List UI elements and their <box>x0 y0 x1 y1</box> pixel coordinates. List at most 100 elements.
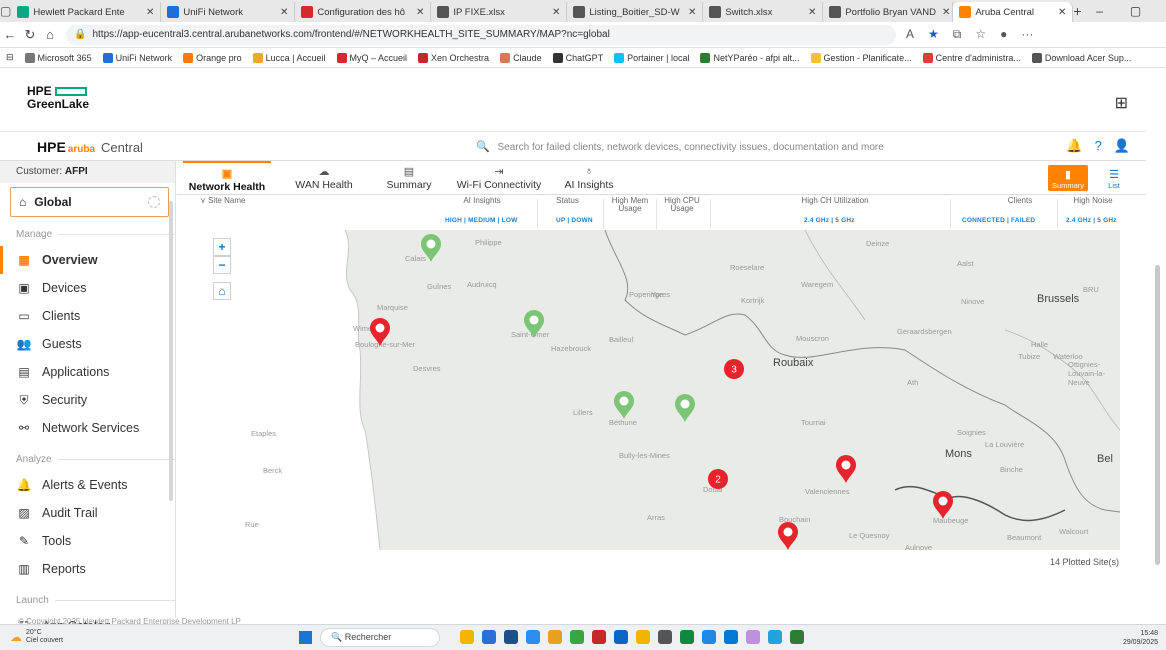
bookmark-item[interactable]: Xen Orchestra <box>418 52 489 63</box>
favorites-icon[interactable]: ☆ <box>975 27 986 42</box>
taskbar-app-icon[interactable] <box>768 630 782 644</box>
ai-insights-filter[interactable]: HIGH | MEDIUM | LOW <box>445 217 517 224</box>
new-tab-button[interactable]: + <box>1073 3 1081 19</box>
sidebar-item-security[interactable]: ⛨ Security <box>0 386 175 414</box>
site-pin-up-icon[interactable] <box>524 310 544 338</box>
tab-summary[interactable]: ▤ Summary <box>373 161 445 195</box>
site-pin-down-icon[interactable] <box>836 454 856 483</box>
taskbar-app-icon[interactable] <box>680 630 694 644</box>
close-tab-icon[interactable]: ✕ <box>546 7 560 18</box>
customer-selector[interactable]: Customer: AFPI <box>0 161 175 183</box>
taskbar-app-icon[interactable] <box>614 630 628 644</box>
col-high-noise[interactable]: High Noise <box>1060 197 1126 205</box>
zoom-out-button[interactable]: − <box>213 256 231 274</box>
site-pin-down-icon[interactable] <box>933 491 953 519</box>
clients-filter[interactable]: CONNECTED | FAILED <box>962 217 1035 224</box>
taskbar-clock[interactable]: 15:48 29/09/2025 <box>1123 629 1158 647</box>
sidebar-item-audit-trail[interactable]: ▨ Audit Trail <box>0 499 175 527</box>
sidebar-item-tools[interactable]: ✎ Tools <box>0 527 175 555</box>
site-pin-up-icon[interactable] <box>421 234 441 262</box>
taskbar-app-icon[interactable] <box>702 630 716 644</box>
page-scrollbar[interactable] <box>1155 265 1160 565</box>
browser-tab[interactable]: Portfolio Bryan VAND ✕ <box>823 2 954 22</box>
tab-network-health[interactable]: ▣ Network Health <box>183 161 271 195</box>
taskbar-app-icon[interactable] <box>592 630 606 644</box>
scope-selector[interactable]: ⌂ Global <box>10 187 169 217</box>
read-aloud-icon[interactable]: A <box>906 27 914 42</box>
close-tab-icon[interactable]: ✕ <box>140 7 154 18</box>
col-status[interactable]: Status <box>540 197 595 205</box>
bookmark-item[interactable]: Claude <box>500 52 542 63</box>
browser-tab[interactable]: IP FIXE.xlsx ✕ <box>431 2 568 22</box>
restore-button[interactable]: ▢ <box>1118 4 1154 18</box>
browser-tab[interactable]: Hewlett Packard Ente ✕ <box>11 2 162 22</box>
help-icon[interactable]: ? <box>1095 138 1102 154</box>
bookmark-item[interactable]: UniFi Network <box>102 52 172 63</box>
user-icon[interactable]: 👤 <box>1114 138 1130 154</box>
notifications-bell-icon[interactable]: 🔔 <box>1066 138 1082 154</box>
close-tab-icon[interactable]: ✕ <box>1052 7 1066 18</box>
taskbar-app-icon[interactable] <box>724 630 738 644</box>
site-pin-down-icon[interactable] <box>370 318 390 346</box>
close-tab-icon[interactable]: ✕ <box>936 7 950 18</box>
tab-wan-health[interactable]: ☁ WAN Health <box>283 161 365 195</box>
view-toggle-list[interactable]: ☰ List <box>1094 165 1134 191</box>
bookmark-item[interactable]: Lucca | Accueil <box>252 52 326 63</box>
central-logo[interactable]: HPE aruba Central <box>37 139 143 155</box>
extensions-icon[interactable]: ⧉ <box>953 27 962 42</box>
profile-icon[interactable]: ● <box>1000 27 1007 42</box>
sidebar-item-clients[interactable]: ▭ Clients <box>0 302 175 330</box>
browser-tab[interactable]: Configuration des hô ✕ <box>295 2 432 22</box>
greenlake-logo[interactable]: HPE GreenLake <box>27 85 89 111</box>
noise-band-filter[interactable]: 2.4 GHz | 5 GHz <box>1066 217 1117 224</box>
bookmark-item[interactable]: Gestion - Planificate... <box>810 52 912 63</box>
taskbar-app-icon[interactable] <box>526 630 540 644</box>
taskbar-app-icon[interactable] <box>636 630 650 644</box>
refresh-button[interactable]: ↻ <box>20 27 40 43</box>
browser-tab[interactable]: Listing_Boitier_SD-W ✕ <box>567 2 704 22</box>
bookmark-item[interactable]: NetYParéo - afpi alt... <box>700 52 800 63</box>
site-cluster-badge[interactable]: 2 <box>708 469 728 489</box>
more-menu-icon[interactable]: ··· <box>1021 27 1033 42</box>
minimize-button[interactable]: – <box>1082 4 1118 18</box>
sidebar-item-overview[interactable]: ▦ Overview <box>0 246 175 274</box>
col-high-mem[interactable]: High Mem Usage <box>608 197 652 213</box>
bookmark-item[interactable]: Centre d'administra... <box>922 52 1021 63</box>
close-tab-icon[interactable]: ✕ <box>410 7 424 18</box>
bookmark-item[interactable]: MyQ – Accueil <box>336 52 407 63</box>
taskbar-search[interactable]: 🔍 Rechercher <box>320 628 440 647</box>
ch-band-filter[interactable]: 2.4 GHz | 5 GHz <box>804 217 855 224</box>
col-ai-insights[interactable]: AI Insights <box>452 197 512 205</box>
zoom-in-button[interactable]: + <box>213 238 231 256</box>
tab-wi-fi-connectivity[interactable]: ⇥ Wi-Fi Connectivity <box>453 161 545 195</box>
bookmark-item[interactable]: Download Acer Sup... <box>1031 52 1131 63</box>
taskbar-app-icon[interactable] <box>658 630 672 644</box>
site-cluster-badge[interactable]: 3 <box>724 359 744 379</box>
weather-widget[interactable]: ☁ 20°C Ciel couvert <box>10 629 63 645</box>
close-tab-icon[interactable]: ✕ <box>682 7 696 18</box>
taskbar-app-icon[interactable] <box>548 630 562 644</box>
favorite-star-icon[interactable]: ★ <box>928 27 939 42</box>
status-filter[interactable]: UP | DOWN <box>556 217 593 224</box>
taskbar-app-icon[interactable] <box>482 630 496 644</box>
col-high-cpu[interactable]: High CPU Usage <box>660 197 704 213</box>
taskbar-app-icon[interactable] <box>746 630 760 644</box>
taskbar-app-icon[interactable] <box>460 630 474 644</box>
close-tab-icon[interactable]: ✕ <box>802 7 816 18</box>
window-menu-icon[interactable]: ▢ <box>0 0 11 22</box>
sidebar-item-applications[interactable]: ▤ Applications <box>0 358 175 386</box>
sidebar-item-devices[interactable]: ▣ Devices <box>0 274 175 302</box>
home-icon[interactable]: ⌂ <box>40 27 60 42</box>
windows-start-icon[interactable] <box>299 631 312 644</box>
taskbar-app-icon[interactable] <box>790 630 804 644</box>
sidebar-item-reports[interactable]: ▥ Reports <box>0 555 175 583</box>
collections-icon[interactable]: ⊟ <box>6 52 14 63</box>
bookmark-item[interactable]: Orange pro <box>183 52 242 63</box>
site-pin-up-icon[interactable] <box>675 394 695 422</box>
close-tab-icon[interactable]: ✕ <box>274 7 288 18</box>
browser-tab[interactable]: UniFi Network ✕ <box>161 2 296 22</box>
col-site-name[interactable]: ⋎ Site Name <box>200 197 245 205</box>
sidebar-scrollbar[interactable] <box>169 201 173 501</box>
url-field[interactable]: 🔒 https://app-eucentral3.central.arubane… <box>66 24 896 45</box>
sidebar-item-alerts-events[interactable]: 🔔 Alerts & Events <box>0 471 175 499</box>
